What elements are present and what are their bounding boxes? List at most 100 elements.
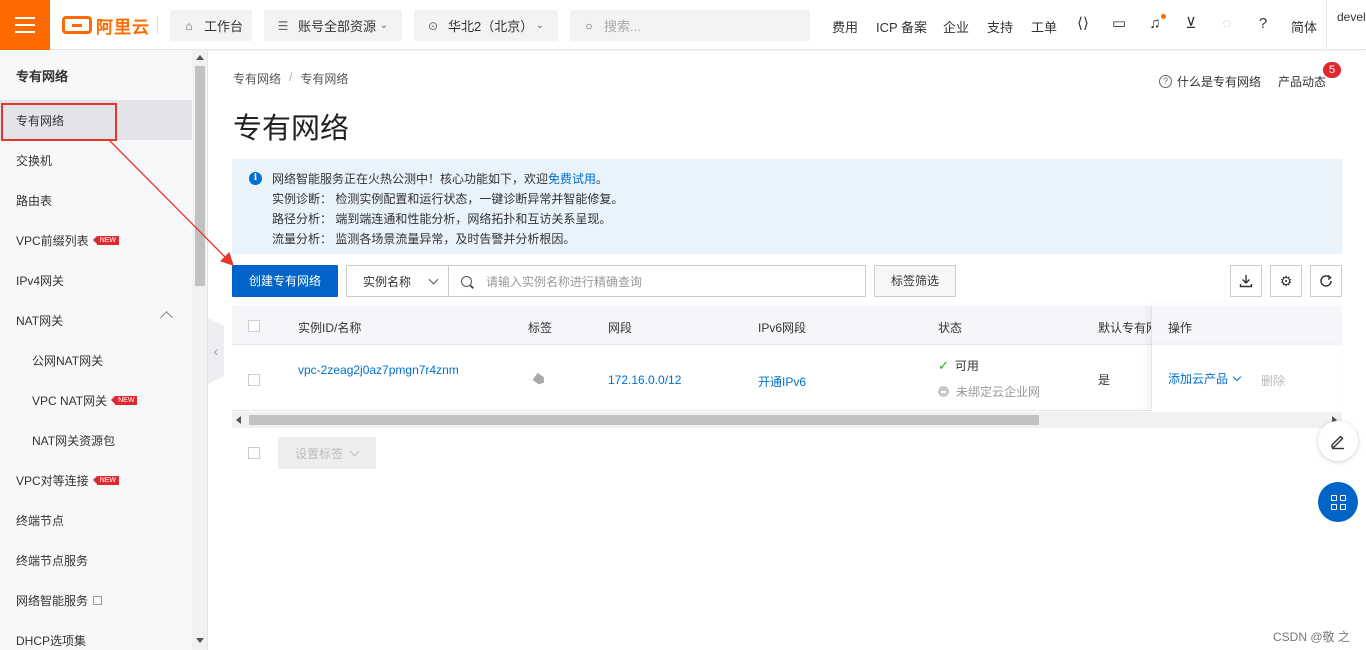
sidebar-item-endpoint-service[interactable]: 终端节点服务 <box>0 540 192 580</box>
sidebar-item-label: 公网NAT网关 <box>32 353 104 368</box>
set-tags-button[interactable]: 设置标签 <box>278 437 376 469</box>
refresh-icon <box>1320 274 1332 287</box>
scroll-left-arrow-icon[interactable] <box>236 416 241 424</box>
terminal-icon[interactable]: ▭ <box>1110 15 1128 33</box>
sidebar-item-vswitch[interactable]: 交换机 <box>0 140 192 180</box>
set-tags-label: 设置标签 <box>295 446 344 461</box>
notice-text: 网络智能服务正在火热公测中！核心功能如下，欢迎 <box>272 172 549 186</box>
news-count-badge: 5 <box>1323 62 1341 78</box>
sidebar-item-vpc-peering[interactable]: VPC对等连接 NEW <box>0 460 192 500</box>
cart-icon[interactable]: ⊻ <box>1182 15 1200 33</box>
table-horizontal-scrollbar[interactable] <box>232 412 1342 428</box>
icp-link[interactable]: ICP 备案 <box>876 17 927 36</box>
product-news-link[interactable]: 产品动态 <box>1278 73 1326 90</box>
sidebar-item-label: VPC对等连接 <box>16 473 89 488</box>
sidebar-item-network-intelligence[interactable]: 网络智能服务 <box>0 580 192 620</box>
product-news-label: 产品动态 <box>1278 75 1327 89</box>
workbench-label: 工作台 <box>204 19 244 34</box>
column-header-tags: 标签 <box>528 321 553 335</box>
refresh-button[interactable] <box>1310 265 1342 297</box>
cidr-value[interactable]: 172.16.0.0/12 <box>608 373 681 387</box>
delete-button[interactable]: 删除 <box>1261 372 1285 389</box>
app-grid-button[interactable] <box>1318 482 1358 522</box>
vpc-id-link[interactable]: vpc-2zeag2j0az7pmgn7r4znm <box>298 363 459 377</box>
tag-filter-button[interactable]: 标签筛选 <box>874 265 956 297</box>
select-all-checkbox[interactable] <box>248 320 260 332</box>
what-is-vpc-link[interactable]: ? 什么是专有网络 <box>1159 73 1261 90</box>
sidebar-collapse-button[interactable]: ‹ <box>208 318 224 384</box>
info-icon: i <box>249 172 262 185</box>
filter-field-select[interactable]: 实例名称 <box>346 265 449 297</box>
scroll-down-arrow-icon[interactable] <box>196 638 204 643</box>
new-badge: NEW <box>111 395 138 405</box>
ticket-link[interactable]: 工单 <box>1031 17 1057 36</box>
notice-line: 网络智能服务正在火热公测中！核心功能如下，欢迎免费试用。 <box>272 170 608 187</box>
notice-line: 流量分析： 监测各场景流量异常，及时告警并分析根因。 <box>272 232 576 246</box>
page-title: 专有网络 <box>233 113 350 145</box>
notice-text: 。 <box>596 172 609 186</box>
free-trial-link[interactable]: 免费试用 <box>548 172 596 186</box>
external-link-icon <box>93 595 103 605</box>
sidebar-item-nat-gateway[interactable]: NAT网关 <box>0 300 192 340</box>
row-checkbox[interactable] <box>248 374 260 386</box>
new-badge: NEW <box>92 235 120 245</box>
scroll-up-arrow-icon[interactable] <box>196 55 204 60</box>
feedback-edit-button[interactable] <box>1318 421 1358 461</box>
add-cloud-product-label: 添加云产品 <box>1168 372 1229 386</box>
lightbulb-icon[interactable]: ◌ <box>1218 15 1236 33</box>
sidebar-item-route-table[interactable]: 路由表 <box>0 180 192 220</box>
workbench-button[interactable]: ⌂ 工作台 <box>170 10 252 41</box>
language-switch[interactable]: 简体 <box>1291 17 1317 36</box>
divider <box>157 16 158 34</box>
hamburger-menu-button[interactable] <box>0 0 50 50</box>
logo-text: 阿里云 <box>96 17 150 37</box>
minus-circle-icon <box>938 386 949 397</box>
column-header-id[interactable]: 实例ID/名称 <box>298 319 361 336</box>
info-notice-banner: i 网络智能服务正在火热公测中！核心功能如下，欢迎免费试用。 实例诊断： 检测实… <box>232 159 1342 254</box>
instance-search-input[interactable]: 请输入实例名称进行精确查询 <box>448 265 866 297</box>
enterprise-link[interactable]: 企业 <box>943 17 969 36</box>
add-cloud-product-dropdown[interactable]: 添加云产品 <box>1168 370 1242 387</box>
settings-button[interactable]: ⚙ <box>1270 265 1302 297</box>
new-badge: NEW <box>92 475 120 485</box>
scrollbar-thumb[interactable] <box>249 415 1039 425</box>
column-header-ipv6: IPv6网段 <box>758 321 807 335</box>
download-button[interactable] <box>1230 265 1262 297</box>
user-account-menu[interactable]: devel <box>1326 0 1366 50</box>
sidebar-item-label: VPC NAT网关 <box>32 393 108 408</box>
scrollbar-thumb[interactable] <box>195 66 205 286</box>
sidebar-item-vpc-nat[interactable]: VPC NAT网关 NEW <box>0 380 192 420</box>
code-icon[interactable]: ⟨⟩ <box>1074 15 1092 33</box>
account-scope-dropdown[interactable]: ☰ 账号全部资源 ⌄ <box>264 10 402 41</box>
sidebar-item-label: 路由表 <box>16 193 53 208</box>
support-link[interactable]: 支持 <box>987 17 1013 36</box>
tag-icon[interactable] <box>532 373 546 387</box>
pencil-icon <box>1331 435 1344 450</box>
billing-link[interactable]: 费用 <box>832 17 858 36</box>
sidebar-item-label: 交换机 <box>16 153 53 168</box>
enable-ipv6-link[interactable]: 开通IPv6 <box>758 373 806 390</box>
sidebar-item-label: 终端节点 <box>16 513 65 528</box>
sidebar-item-ipv4-gateway[interactable]: IPv4网关 <box>0 260 192 300</box>
sidebar-scrollbar[interactable] <box>192 50 207 650</box>
region-dropdown[interactable]: ⊙ 华北2（北京） ⌄ <box>414 10 558 41</box>
location-pin-icon: ⊙ <box>427 18 439 33</box>
sidebar-item-nat-package[interactable]: NAT网关资源包 <box>0 420 192 460</box>
help-icon[interactable]: ? <box>1254 15 1272 33</box>
sidebar-item-public-nat[interactable]: 公网NAT网关 <box>0 340 192 380</box>
aliyun-logo[interactable]: 阿里云 <box>62 14 150 37</box>
breadcrumb-item[interactable]: 专有网络 <box>233 70 281 87</box>
chevron-left-icon: ‹ <box>213 343 219 359</box>
bulk-select-checkbox[interactable] <box>248 447 260 459</box>
filter-field-label: 实例名称 <box>363 274 412 289</box>
help-link-label: 什么是专有网络 <box>1177 75 1262 89</box>
sidebar-item-prefix-list[interactable]: VPC前缀列表 NEW <box>0 220 192 260</box>
sidebar-item-endpoint[interactable]: 终端节点 <box>0 500 192 540</box>
column-header-actions: 操作 <box>1168 321 1193 335</box>
global-search-input[interactable]: ○ 搜索... <box>570 10 810 41</box>
create-vpc-button[interactable]: 创建专有网络 <box>232 265 338 297</box>
hamburger-icon-line <box>15 24 35 26</box>
sidebar-item-dhcp[interactable]: DHCP选项集 <box>0 620 192 650</box>
sidebar-item-label: NAT网关资源包 <box>32 433 116 448</box>
chevron-up-icon <box>160 311 173 324</box>
